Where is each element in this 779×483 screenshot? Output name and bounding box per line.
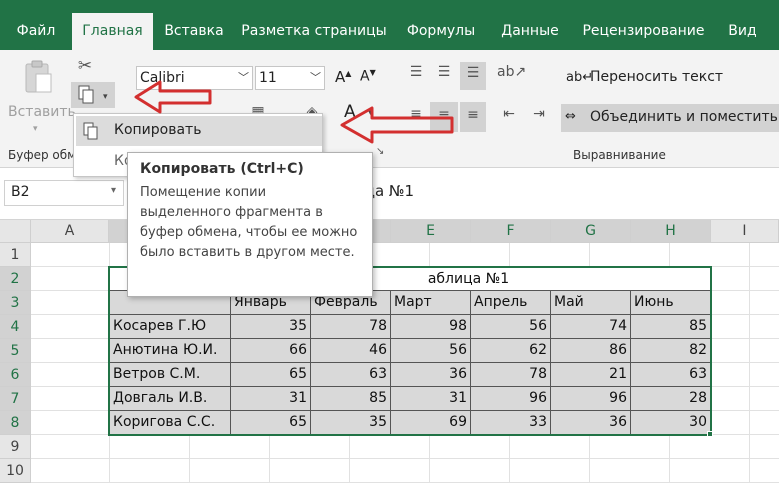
arrow-pointing-copy-button xyxy=(134,80,212,114)
annotation-arrows xyxy=(134,80,454,144)
arrow-pointing-copy-menu-item xyxy=(340,106,454,144)
